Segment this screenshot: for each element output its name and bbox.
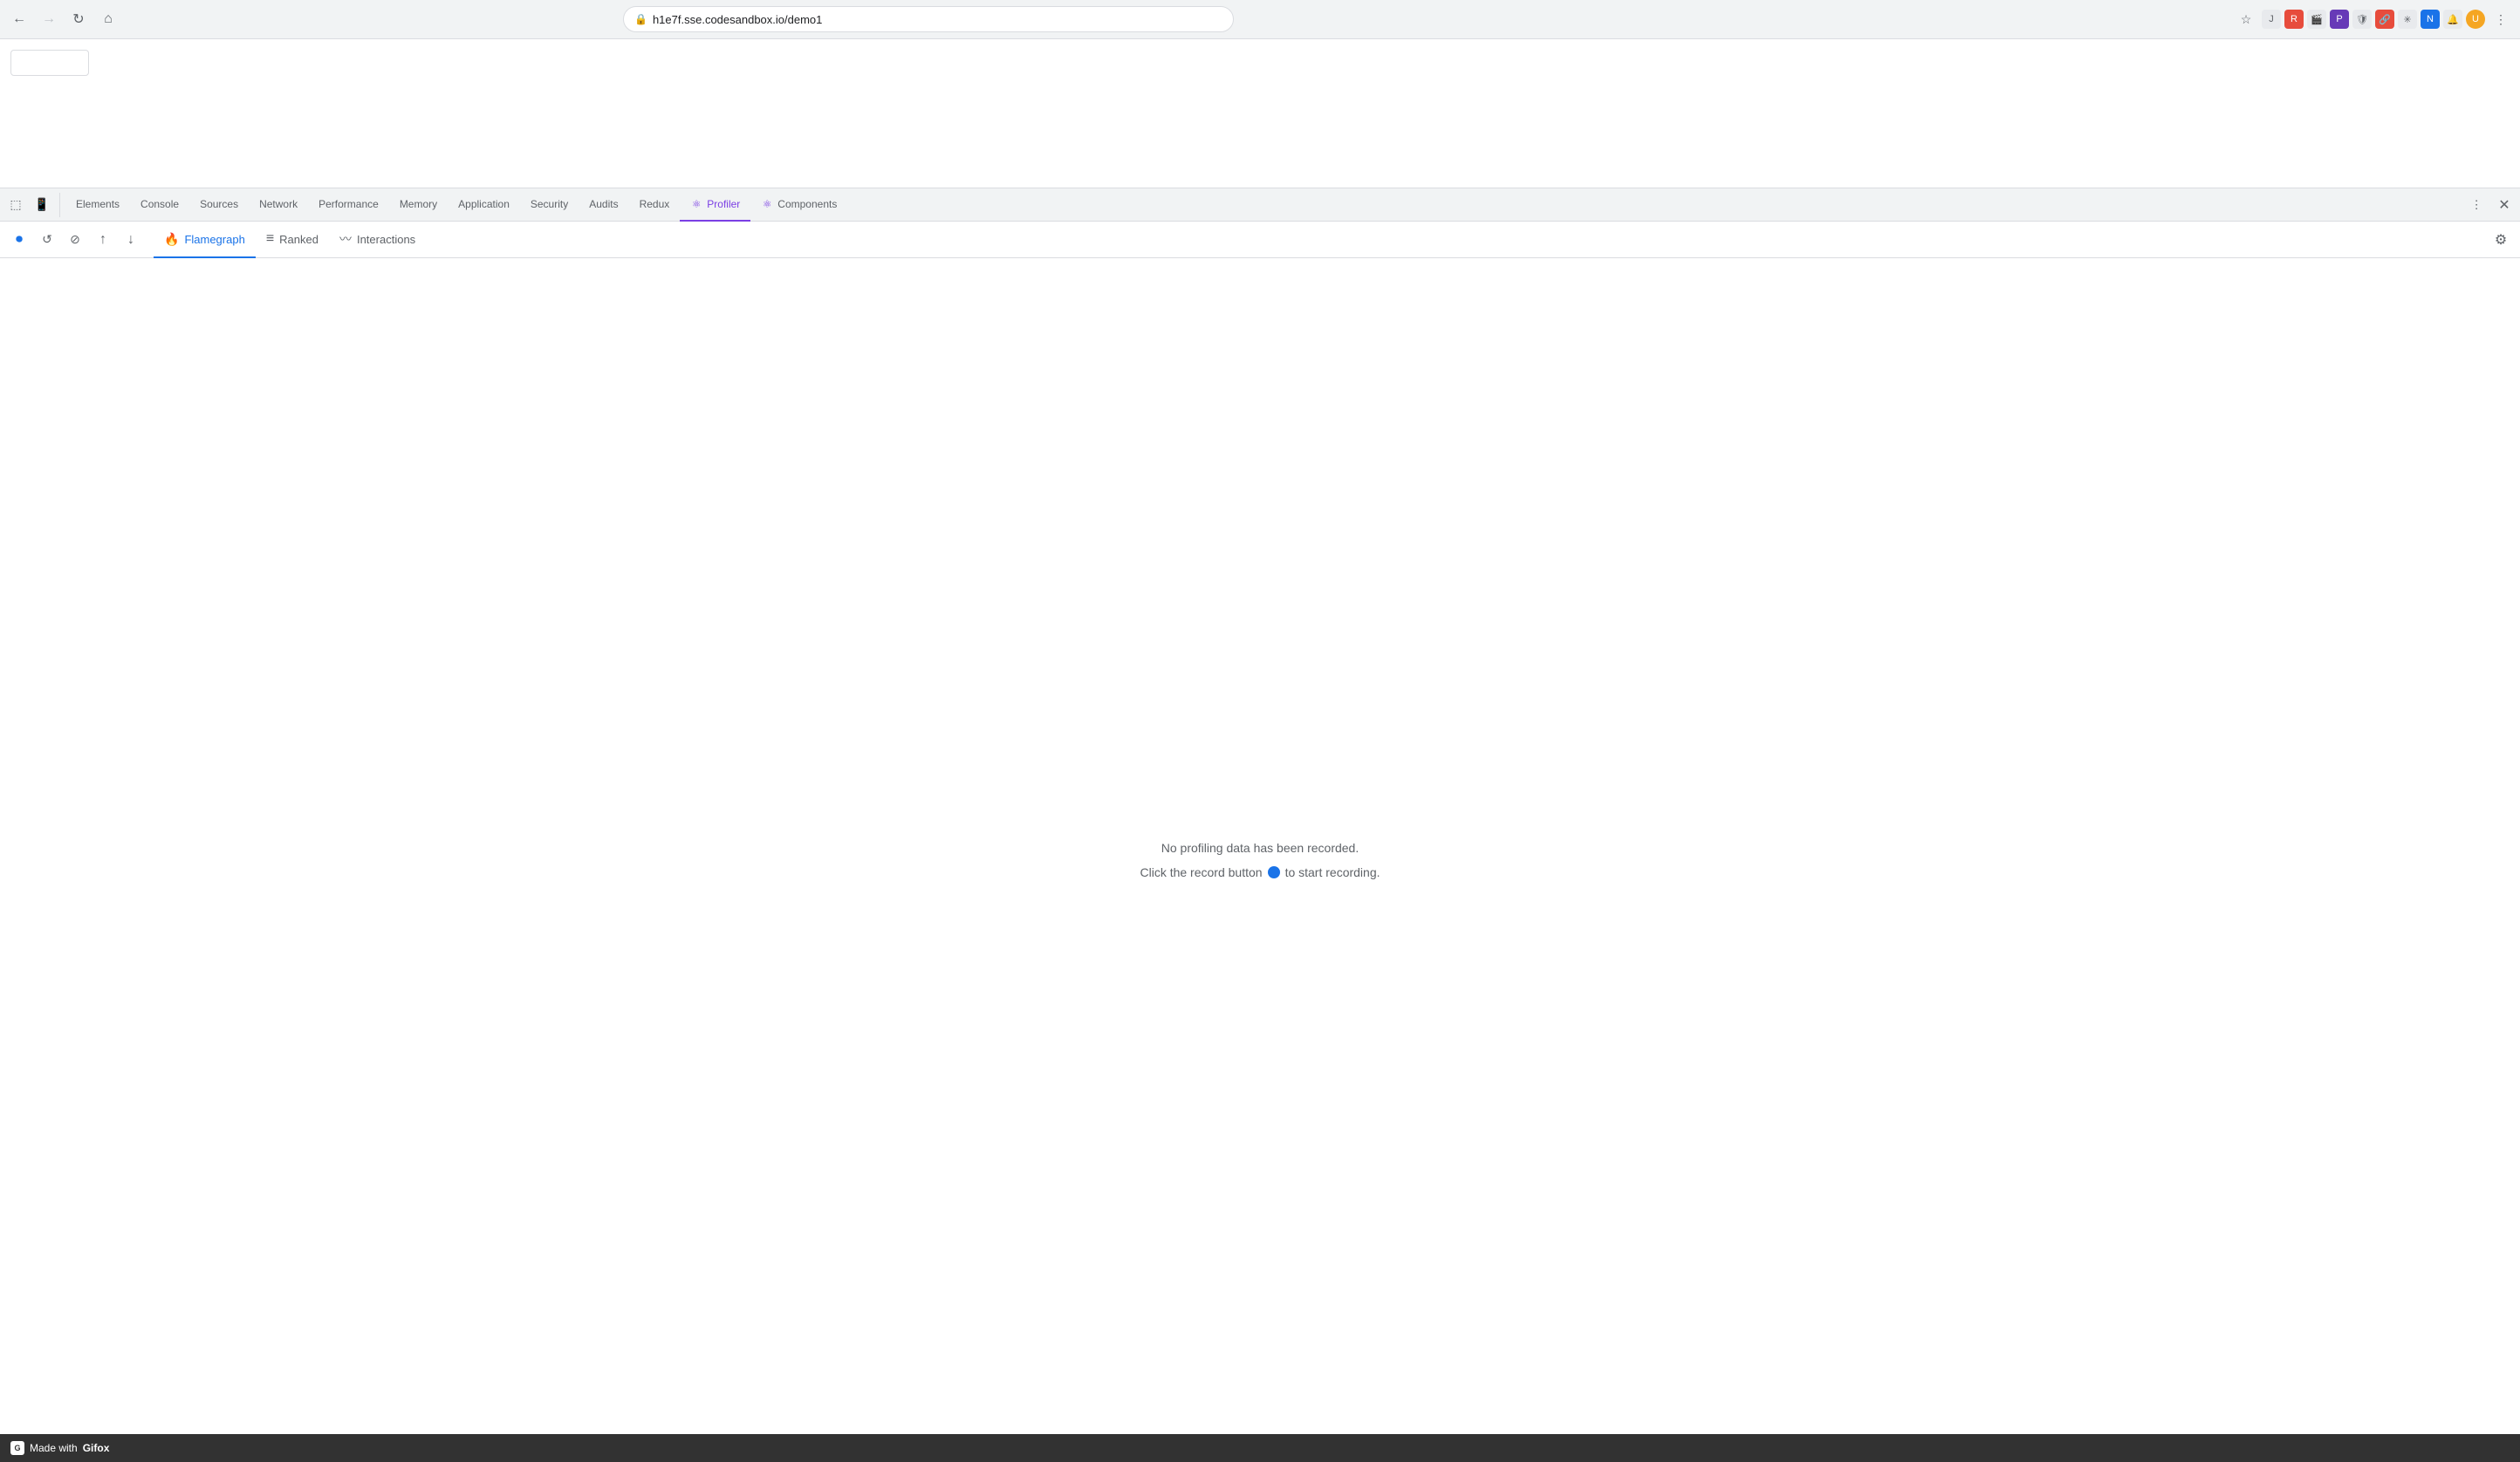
ext-icon-5[interactable]: 🛡 [2352, 10, 2372, 29]
devtools-sidebar-icons: ⬚ 📱 [3, 193, 60, 217]
browser-toolbar: ← → ↻ ⌂ 🔒 h1e7f.sse.codesandbox.io/demo1… [0, 0, 2520, 38]
home-button[interactable]: ⌂ [96, 7, 120, 31]
tab-performance[interactable]: Performance [308, 188, 389, 222]
interactions-icon: 〰 [339, 230, 352, 248]
address-bar[interactable]: 🔒 h1e7f.sse.codesandbox.io/demo1 [623, 6, 1234, 32]
bottom-bar: G Made with Gifox [0, 1434, 2520, 1462]
inspect-element-icon[interactable]: ⬚ [3, 193, 28, 217]
components-tab-icon: ⚛ [761, 198, 773, 210]
stop-button[interactable]: ⊘ [63, 228, 87, 252]
ext-icon-4[interactable]: P [2330, 10, 2349, 29]
no-data-message: No profiling data has been recorded. [1161, 841, 1359, 855]
subtab-interactions[interactable]: 〰 Interactions [329, 222, 426, 258]
ranked-icon: ≡ [266, 231, 274, 247]
toolbar-right: ☆ J R 🎬 P 🛡 🔗 ✳ N 🔔 U ⋮ [2234, 7, 2513, 31]
subtab-ranked[interactable]: ≡ Ranked [256, 222, 329, 258]
browser-chrome: ← → ↻ ⌂ 🔒 h1e7f.sse.codesandbox.io/demo1… [0, 0, 2520, 39]
devtools-panel: ⬚ 📱 Elements Console Sources Network Per… [0, 188, 2520, 1462]
profile-icon[interactable]: U [2466, 10, 2485, 29]
tab-network-label: Network [259, 198, 298, 210]
ext-icon-9[interactable]: 🔔 [2443, 10, 2462, 29]
tab-security-label: Security [531, 198, 568, 210]
tab-elements-label: Elements [76, 198, 120, 210]
back-button[interactable]: ← [7, 7, 31, 31]
tab-audits[interactable]: Audits [579, 188, 628, 222]
tab-application[interactable]: Application [448, 188, 520, 222]
tab-components[interactable]: ⚛ Components [750, 188, 847, 222]
reload-button[interactable]: ↻ [66, 7, 91, 31]
record-hint: Click the record button to start recordi… [1140, 865, 1380, 879]
subtab-interactions-label: Interactions [357, 233, 415, 246]
tab-memory[interactable]: Memory [389, 188, 448, 222]
profiler-tab-icon: ⚛ [690, 198, 702, 210]
record-hint-before: Click the record button [1140, 865, 1262, 879]
ext-icon-7[interactable]: ✳ [2398, 10, 2417, 29]
profiler-toolbar: ⏺ ↺ ⊘ ↑ ↓ 🔥 Flamegraph ≡ Ranked 〰 Intera… [0, 222, 2520, 258]
tab-elements[interactable]: Elements [65, 188, 130, 222]
record-button[interactable]: ⏺ [7, 228, 31, 252]
tab-redux-label: Redux [640, 198, 670, 210]
profiler-content: No profiling data has been recorded. Cli… [0, 258, 2520, 1462]
device-toolbar-icon[interactable]: 📱 [30, 193, 54, 217]
tab-application-label: Application [458, 198, 510, 210]
tab-security[interactable]: Security [520, 188, 579, 222]
url-text: h1e7f.sse.codesandbox.io/demo1 [653, 13, 1222, 26]
subtab-flamegraph[interactable]: 🔥 Flamegraph [154, 222, 256, 258]
ext-icon-1[interactable]: J [2262, 10, 2281, 29]
tab-console[interactable]: Console [130, 188, 189, 222]
subtab-ranked-label: Ranked [279, 233, 318, 246]
made-with-text: Made with [30, 1442, 78, 1454]
tab-profiler-label: Profiler [707, 198, 740, 210]
tab-components-label: Components [777, 198, 837, 210]
page-content [0, 39, 2520, 188]
tab-profiler[interactable]: ⚛ Profiler [680, 188, 750, 222]
tab-console-label: Console [140, 198, 179, 210]
record-dot-indicator [1268, 866, 1280, 878]
chrome-menu-button[interactable]: ⋮ [2489, 7, 2513, 31]
gifox-logo: G [10, 1441, 24, 1455]
record-hint-after: to start recording. [1285, 865, 1380, 879]
ext-icon-2[interactable]: R [2284, 10, 2304, 29]
lock-icon: 🔒 [634, 13, 647, 25]
devtools-close-button[interactable]: ✕ [2492, 193, 2517, 217]
subtab-flamegraph-label: Flamegraph [184, 233, 244, 246]
tab-redux[interactable]: Redux [629, 188, 681, 222]
load-profile-button[interactable]: ↑ [91, 228, 115, 252]
settings-button[interactable]: ⚙ [2489, 228, 2513, 252]
bookmark-button[interactable]: ☆ [2234, 7, 2258, 31]
devtools-more-button[interactable]: ⋮ [2464, 193, 2489, 217]
profiler-subtabs: 🔥 Flamegraph ≡ Ranked 〰 Interactions [154, 222, 426, 257]
tab-network[interactable]: Network [249, 188, 308, 222]
devtools-tabs-bar: ⬚ 📱 Elements Console Sources Network Per… [0, 188, 2520, 222]
tab-sources[interactable]: Sources [189, 188, 249, 222]
profiler-settings: ⚙ [2489, 228, 2513, 252]
ext-icon-6[interactable]: 🔗 [2375, 10, 2394, 29]
page-box [10, 50, 89, 76]
reload-profile-button[interactable]: ↺ [35, 228, 59, 252]
devtools-tab-right: ⋮ ✕ [2464, 193, 2517, 217]
forward-button[interactable]: → [37, 7, 61, 31]
flamegraph-icon: 🔥 [164, 232, 179, 247]
tab-sources-label: Sources [200, 198, 238, 210]
save-profile-button[interactable]: ↓ [119, 228, 143, 252]
brand-text: Gifox [83, 1442, 110, 1454]
ext-icon-8[interactable]: N [2421, 10, 2440, 29]
tab-performance-label: Performance [318, 198, 379, 210]
ext-icon-3[interactable]: 🎬 [2307, 10, 2326, 29]
tab-audits-label: Audits [589, 198, 618, 210]
tab-memory-label: Memory [400, 198, 437, 210]
